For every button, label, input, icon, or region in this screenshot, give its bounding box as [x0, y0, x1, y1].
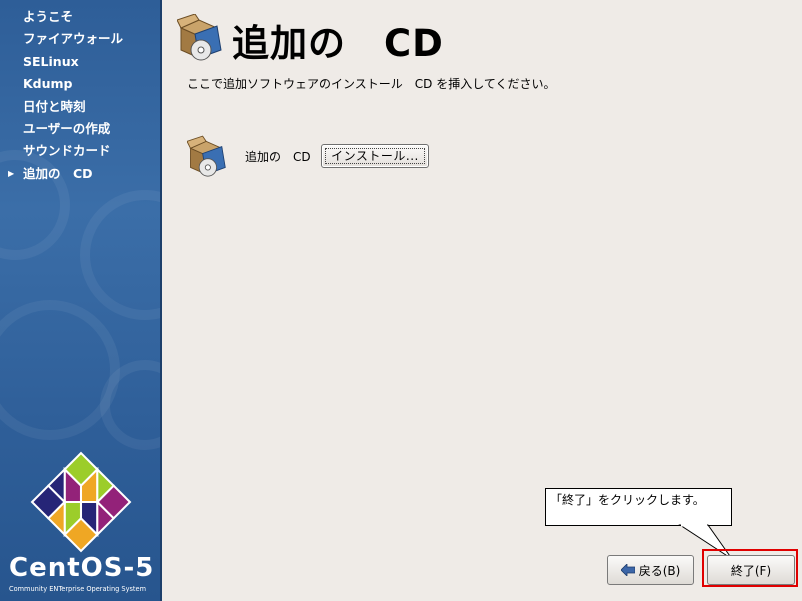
current-step-arrow-icon: ▶	[8, 168, 15, 178]
install-button[interactable]: インストール...	[321, 144, 429, 168]
sidebar: ようこそ ファイアウォール SELinux Kdump 日付と時刻 ユーザーの作…	[0, 0, 160, 601]
cd-box-icon	[177, 14, 222, 61]
step-date-time: 日付と時刻	[0, 96, 160, 118]
callout-box: 「終了」をクリックします。	[545, 488, 732, 526]
step-welcome: ようこそ	[0, 6, 160, 28]
page-title: 追加の CD	[232, 22, 444, 65]
instruction-text: ここで追加ソフトウェアのインストール CD を挿入してください。	[187, 77, 556, 91]
step-label: SELinux	[23, 53, 79, 69]
step-selinux: SELinux	[0, 51, 160, 73]
back-button[interactable]: 戻る(B)	[607, 555, 694, 585]
finish-button-label: 終了(F)	[730, 563, 772, 578]
callout-text: 「終了」をクリックします。	[550, 493, 705, 507]
back-button-label: 戻る(B)	[638, 563, 681, 578]
step-kdump: Kdump	[0, 73, 160, 95]
step-create-user: ユーザーの作成	[0, 118, 160, 140]
step-list: ようこそ ファイアウォール SELinux Kdump 日付と時刻 ユーザーの作…	[0, 6, 160, 185]
finish-button[interactable]: 終了(F)	[707, 555, 795, 585]
additional-cd-label: 追加の CD	[245, 150, 311, 164]
step-additional-cd: ▶ 追加の CD	[0, 163, 160, 185]
step-label: ファイアウォール	[23, 31, 124, 47]
step-label: 日付と時刻	[23, 98, 86, 114]
centos-logo-icon	[30, 451, 132, 553]
install-button-label: インストール...	[325, 148, 425, 164]
sidebar-decoration	[80, 190, 160, 320]
step-sound-card: サウンドカード	[0, 140, 160, 162]
step-label: ようこそ	[23, 9, 74, 24]
back-arrow-icon	[620, 564, 635, 576]
sidebar-divider	[160, 0, 162, 601]
step-label: サウンドカード	[23, 143, 111, 159]
brand-name: CentOS-5	[9, 553, 155, 583]
brand-tagline: Community ENTerprise Operating System	[9, 585, 146, 593]
step-label: Kdump	[23, 76, 73, 92]
step-label: ユーザーの作成	[23, 120, 111, 136]
step-firewall: ファイアウォール	[0, 28, 160, 50]
cd-box-icon	[187, 135, 226, 177]
step-label: 追加の CD	[23, 165, 93, 181]
